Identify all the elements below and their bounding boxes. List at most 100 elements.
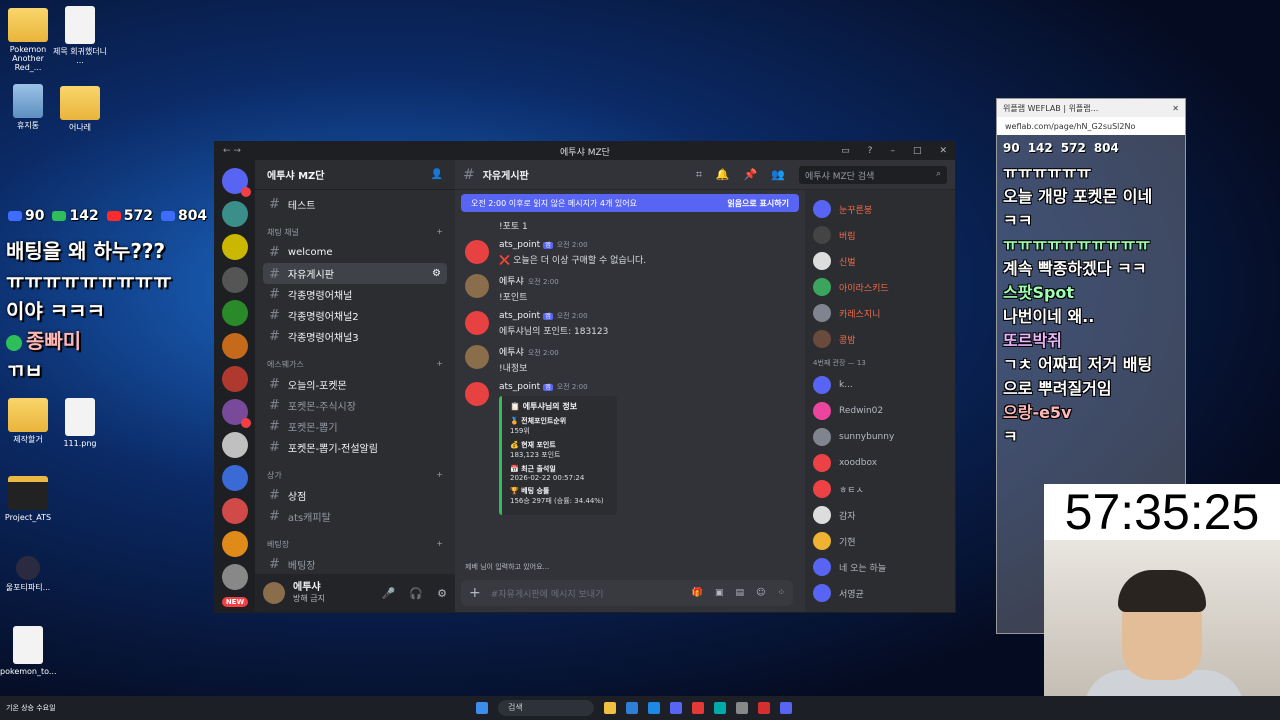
- category-header[interactable]: 상가 +: [263, 458, 447, 485]
- desktop-icon[interactable]: Pokemon Another Red_...: [0, 8, 56, 72]
- category-header[interactable]: 베팅장 +: [263, 527, 447, 554]
- desktop-icon[interactable]: 제작할거: [0, 398, 56, 444]
- gift-icon[interactable]: 🎁: [692, 588, 703, 598]
- address-bar[interactable]: weflab.com/page/hN_G2suSl2No: [997, 117, 1185, 135]
- channel-item[interactable]: # 포켓몬-뽑기: [263, 416, 447, 437]
- channel-item[interactable]: # 포켓몬-뽑기-전설알림: [263, 437, 447, 458]
- member-item[interactable]: 서영균: [813, 580, 947, 606]
- maximize-icon[interactable]: □: [913, 146, 922, 156]
- app-icon[interactable]: [780, 702, 792, 714]
- channel-item[interactable]: # 베팅장: [263, 554, 447, 575]
- start-icon[interactable]: [476, 702, 488, 714]
- app-icon[interactable]: [648, 702, 660, 714]
- unread-banner[interactable]: 오전 2:00 이후로 읽지 않은 메시지가 4개 있어요 읽음으로 표시하기: [461, 194, 799, 212]
- channel-item-active[interactable]: # 자유게시판 ⚙: [263, 263, 447, 284]
- add-channel-icon[interactable]: +: [436, 227, 443, 238]
- taskbar-search[interactable]: 검색: [498, 700, 594, 716]
- desktop-icon[interactable]: 제목 회귀했더니 ...: [52, 6, 108, 65]
- app-icon[interactable]: [736, 702, 748, 714]
- minimize-icon[interactable]: –: [890, 146, 895, 156]
- member-item[interactable]: 버림: [813, 222, 947, 248]
- server-icon[interactable]: [222, 234, 248, 260]
- avatar[interactable]: [465, 240, 489, 264]
- channel-item[interactable]: # 오늘의-포켓몬: [263, 374, 447, 395]
- category-header[interactable]: 채팅 채널 +: [263, 215, 447, 242]
- member-item[interactable]: k...: [813, 372, 947, 398]
- avatar[interactable]: [465, 274, 489, 298]
- add-member-icon[interactable]: 👤: [431, 169, 443, 180]
- message-input[interactable]: + #자유게시판에 메시지 보내기 🎁 ▣ ▤ ☺ ⁘: [461, 580, 793, 606]
- category-header[interactable]: 에스붸가스 +: [263, 347, 447, 374]
- close-icon[interactable]: ✕: [939, 146, 947, 156]
- desktop-icon[interactable]: pokemon_to...: [0, 626, 57, 676]
- member-item[interactable]: 감자: [813, 502, 947, 528]
- channel-item[interactable]: # 테스트: [263, 194, 447, 215]
- sticker-icon[interactable]: ▤: [736, 588, 745, 598]
- server-icon[interactable]: [222, 465, 248, 491]
- server-header[interactable]: 에투샤 MZ단 👤: [255, 160, 455, 190]
- channel-item[interactable]: # welcome: [263, 242, 447, 263]
- desktop-icon[interactable]: 111.png: [52, 398, 108, 448]
- member-item[interactable]: 기현: [813, 528, 947, 554]
- member-item[interactable]: 네 오는 하늘: [813, 554, 947, 580]
- inbox-icon[interactable]: ▭: [841, 146, 850, 156]
- server-icon[interactable]: [222, 366, 248, 392]
- help-icon[interactable]: ?: [868, 146, 873, 156]
- pin-icon[interactable]: 📌: [744, 168, 758, 181]
- add-channel-icon[interactable]: +: [436, 359, 443, 370]
- server-icon[interactable]: [222, 531, 248, 557]
- avatar[interactable]: [465, 311, 489, 335]
- server-icon[interactable]: [222, 201, 248, 227]
- channel-item[interactable]: # 각종명령어채널2: [263, 305, 447, 326]
- desktop-icon[interactable]: 어나레: [52, 86, 108, 132]
- server-icon[interactable]: [222, 300, 248, 326]
- avatar[interactable]: [263, 582, 285, 604]
- member-item[interactable]: 눈꾸른붕: [813, 196, 947, 222]
- channel-item[interactable]: # 포켓몬-주식시장: [263, 395, 447, 416]
- member-item[interactable]: 콩밤: [813, 326, 947, 352]
- member-item[interactable]: Redwin02: [813, 398, 947, 424]
- desktop-icon[interactable]: 울포티파티...: [0, 556, 56, 592]
- threads-icon[interactable]: ⌗: [696, 168, 702, 182]
- members-icon[interactable]: 👥: [771, 168, 785, 181]
- app-icon[interactable]: [714, 702, 726, 714]
- channel-item[interactable]: # 상점: [263, 485, 447, 506]
- app-icon[interactable]: [626, 702, 638, 714]
- back-forward-icon[interactable]: ← →: [223, 146, 241, 156]
- server-icon[interactable]: [222, 168, 251, 197]
- member-item[interactable]: xoodbox: [813, 450, 947, 476]
- avatar[interactable]: [465, 382, 489, 406]
- apps-icon[interactable]: ⁘: [777, 588, 785, 598]
- mark-read-button[interactable]: 읽음으로 표시하기: [727, 198, 789, 209]
- member-item[interactable]: 아이라스키드: [813, 274, 947, 300]
- explorer-icon[interactable]: [604, 702, 616, 714]
- member-item[interactable]: 카레스지니: [813, 300, 947, 326]
- headphones-icon[interactable]: 🎧: [409, 587, 423, 600]
- channel-item[interactable]: # ats캐피탈: [263, 506, 447, 527]
- server-icon[interactable]: [222, 432, 248, 458]
- weather-widget[interactable]: 기온 상승 수요일: [6, 703, 56, 713]
- discord-icon[interactable]: [670, 702, 682, 714]
- avatar[interactable]: [465, 345, 489, 369]
- desktop-icon[interactable]: 휴지통: [0, 84, 56, 130]
- member-item[interactable]: 신벌: [813, 248, 947, 274]
- server-icon[interactable]: [222, 564, 248, 590]
- server-icon[interactable]: [222, 267, 248, 293]
- microphone-icon[interactable]: 🎤: [382, 587, 396, 600]
- gif-icon[interactable]: ▣: [715, 588, 724, 598]
- settings-icon[interactable]: ⚙: [437, 587, 447, 600]
- member-item[interactable]: ㅎㅌㅅ: [813, 476, 947, 502]
- app-icon[interactable]: [758, 702, 770, 714]
- server-icon[interactable]: [222, 333, 248, 359]
- emoji-icon[interactable]: ☺: [756, 588, 765, 598]
- channel-item[interactable]: # 각종명령어채널3: [263, 326, 447, 347]
- server-icon[interactable]: [222, 399, 251, 428]
- channel-settings-icon[interactable]: ⚙: [432, 268, 441, 279]
- bell-icon[interactable]: 🔔: [716, 168, 730, 181]
- add-attachment-icon[interactable]: +: [469, 585, 481, 601]
- channel-item[interactable]: # 각종명령어채널: [263, 284, 447, 305]
- add-channel-icon[interactable]: +: [436, 470, 443, 481]
- add-channel-icon[interactable]: +: [436, 539, 443, 550]
- search-input[interactable]: 에투샤 MZ단 검색 ⌕: [799, 165, 947, 184]
- server-icon[interactable]: [222, 498, 248, 524]
